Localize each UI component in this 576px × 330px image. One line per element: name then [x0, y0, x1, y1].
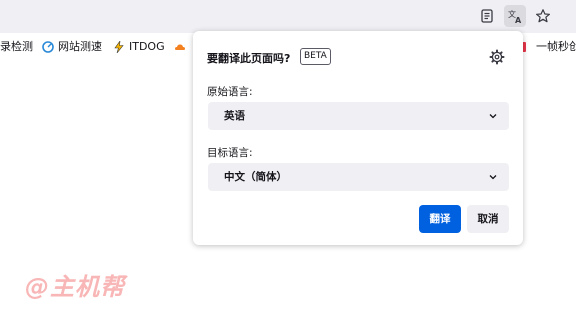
target-language-select[interactable]: 中文（简体） [208, 163, 509, 191]
translate-icon: 文 A [508, 9, 522, 24]
bookmark-item[interactable]: ITDOG [113, 35, 165, 59]
speed-icon [42, 41, 54, 53]
target-language-value: 中文（简体） [224, 171, 287, 183]
cancel-button[interactable]: 取消 [467, 205, 509, 233]
watermark: @主机帮 [25, 273, 125, 301]
chevron-down-icon [489, 114, 497, 119]
translation-panel: 要翻译此页面吗? BETA 原始语言: 英语 目标语言: 中文（简体） 翻译 取… [193, 31, 523, 245]
chevron-down-icon [489, 175, 497, 180]
bookmark-item[interactable]: 网站测速 [42, 35, 102, 59]
star-icon [536, 9, 550, 23]
bolt-icon [114, 41, 124, 53]
url-bar-actions: 文 A [476, 5, 554, 27]
source-language-label: 原始语言: [207, 86, 253, 98]
beta-badge: BETA [300, 48, 331, 65]
bookmark-item[interactable]: 录检测 [0, 35, 33, 59]
source-language-select[interactable]: 英语 [208, 102, 509, 130]
bookmark-star-button[interactable] [532, 5, 554, 27]
panel-title: 要翻译此页面吗? [207, 52, 291, 65]
bookmark-label: 录检测 [0, 40, 33, 53]
bookmark-label: 网站测速 [58, 40, 102, 53]
translate-button[interactable]: 文 A [504, 5, 526, 27]
bookmark-label: ITDOG [129, 40, 165, 53]
reader-view-icon [481, 9, 493, 23]
bookmark-item[interactable]: 一帧秒创 [520, 35, 576, 59]
cloud-icon [175, 44, 185, 50]
bookmark-item[interactable] [174, 35, 186, 59]
gear-icon[interactable] [489, 49, 505, 65]
svg-text:A: A [515, 16, 522, 24]
url-bar[interactable]: 文 A [0, 0, 576, 33]
translate-button-primary[interactable]: 翻译 [419, 205, 461, 233]
bookmark-label: 一帧秒创 [536, 40, 576, 53]
reader-view-button[interactable] [476, 5, 498, 27]
target-language-label: 目标语言: [207, 147, 253, 159]
source-language-value: 英语 [224, 110, 245, 122]
